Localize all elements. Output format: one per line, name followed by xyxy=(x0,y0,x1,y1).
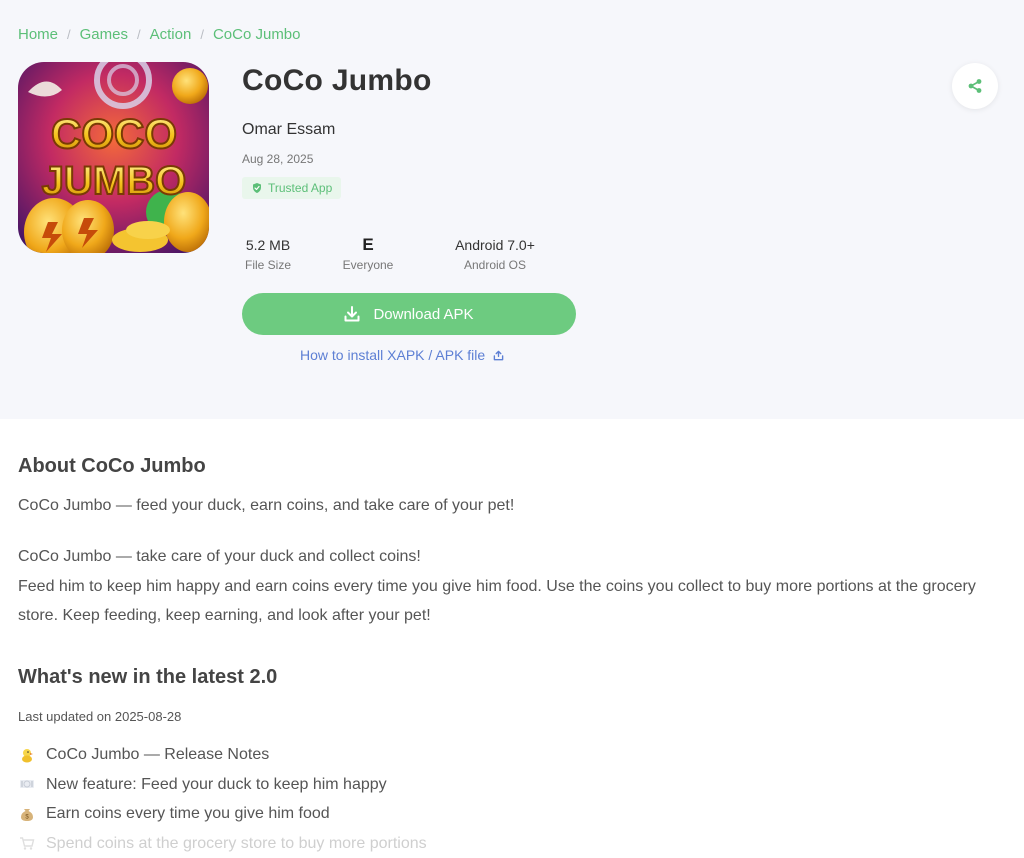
icon-text-jumbo: JUMBO xyxy=(42,159,186,203)
download-apk-button[interactable]: Download APK xyxy=(242,293,576,335)
breadcrumb: Home / Games / Action / CoCo Jumbo xyxy=(18,26,301,43)
breadcrumb-home[interactable]: Home xyxy=(18,26,58,43)
app-title: CoCo Jumbo xyxy=(242,64,432,98)
list-item: New feature: Feed your duck to keep him … xyxy=(18,770,427,800)
external-link-icon xyxy=(493,350,504,361)
about-description: CoCo Jumbo — take care of your duck and … xyxy=(18,542,1003,631)
esrb-rating-letter: E xyxy=(362,235,373,254)
share-icon xyxy=(967,78,983,94)
icon-text-coco: COCO xyxy=(51,110,177,157)
release-date: Aug 28, 2025 xyxy=(242,152,313,166)
release-note-text: New feature: Feed your duck to keep him … xyxy=(46,770,387,800)
release-note-text: Spend coins at the grocery store to buy … xyxy=(46,829,427,858)
how-to-install-link[interactable]: How to install XAPK / APK file xyxy=(300,347,504,363)
stat-android-version: Android 7.0+ Android OS xyxy=(448,235,542,272)
developer-name[interactable]: Omar Essam xyxy=(242,121,335,139)
breadcrumb-separator: / xyxy=(200,27,204,42)
file-size-label: File Size xyxy=(242,258,294,272)
list-item: CoCo Jumbo — Release Notes xyxy=(18,740,427,770)
stat-rating: E Everyone xyxy=(318,235,418,272)
money-bag-icon: $ xyxy=(18,805,36,823)
android-version-label: Android OS xyxy=(448,258,542,272)
android-version-value: Android 7.0+ xyxy=(448,235,542,255)
about-description-line-2: Feed him to keep him happy and earn coin… xyxy=(18,572,1003,631)
breadcrumb-separator: / xyxy=(67,27,71,42)
cart-icon xyxy=(18,834,36,852)
whats-new-heading: What's new in the latest 2.0 xyxy=(18,666,277,689)
how-to-install-label: How to install XAPK / APK file xyxy=(300,347,485,363)
trusted-badge: Trusted App xyxy=(242,177,341,199)
app-header-section: Home / Games / Action / CoCo Jumbo xyxy=(0,0,1024,419)
release-note-text: CoCo Jumbo — Release Notes xyxy=(46,740,269,770)
file-size-value: 5.2 MB xyxy=(242,235,294,255)
breadcrumb-separator: / xyxy=(137,27,141,42)
breadcrumb-action[interactable]: Action xyxy=(150,26,192,43)
plate-icon xyxy=(18,775,36,793)
about-description-line-1: CoCo Jumbo — take care of your duck and … xyxy=(18,542,1003,572)
chick-icon xyxy=(18,746,36,764)
list-item: Spend coins at the grocery store to buy … xyxy=(18,829,427,858)
release-note-text: Earn coins every time you give him food xyxy=(46,799,330,829)
release-notes-list: CoCo Jumbo — Release Notes New feature: … xyxy=(18,740,427,858)
esrb-e-icon: E xyxy=(318,235,418,255)
download-icon xyxy=(344,306,360,322)
trusted-badge-label: Trusted App xyxy=(268,181,332,195)
rating-label: Everyone xyxy=(318,258,418,272)
share-button[interactable] xyxy=(952,63,998,109)
stat-file-size: 5.2 MB File Size xyxy=(242,235,294,272)
last-updated: Last updated on 2025-08-28 xyxy=(18,709,181,724)
download-apk-label: Download APK xyxy=(373,306,473,323)
shield-check-icon xyxy=(251,182,263,194)
list-item: $ Earn coins every time you give him foo… xyxy=(18,799,427,829)
about-heading: About CoCo Jumbo xyxy=(18,455,206,478)
breadcrumb-games[interactable]: Games xyxy=(80,26,128,43)
app-icon: COCO JUMBO xyxy=(18,62,209,253)
breadcrumb-current[interactable]: CoCo Jumbo xyxy=(213,26,301,43)
about-summary: CoCo Jumbo — feed your duck, earn coins,… xyxy=(18,497,514,515)
app-stats: 5.2 MB File Size E Everyone Android 7.0+… xyxy=(242,235,542,272)
